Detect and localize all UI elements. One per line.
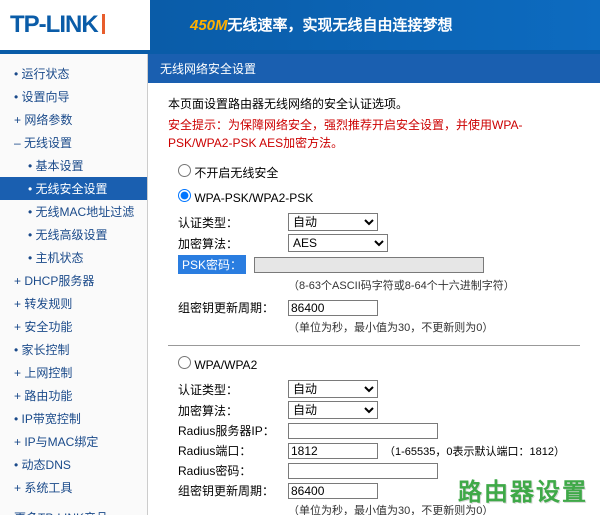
- label-group-rekey: 组密钥更新周期：: [178, 299, 288, 316]
- label-radius-pwd: Radius密码：: [178, 462, 288, 479]
- sidebar-item-bandwidth[interactable]: IP带宽控制: [0, 407, 147, 430]
- label-cipher: 加密算法：: [178, 235, 288, 252]
- label-group-rekey-2: 组密钥更新周期：: [178, 482, 288, 499]
- sidebar-sub-security[interactable]: 无线安全设置: [0, 177, 147, 200]
- hint-psk: （8-63个ASCII码字符或8-64个十六进制字符）: [288, 277, 580, 293]
- radio-wpa-psk[interactable]: WPA-PSK/WPA2-PSK: [178, 191, 313, 205]
- brand-logo: TP-LINK: [0, 11, 105, 39]
- sidebar-item-routing[interactable]: 路由功能: [0, 384, 147, 407]
- sidebar-sub-macfilter[interactable]: 无线MAC地址过滤: [0, 200, 147, 223]
- sidebar: 运行状态 设置向导 网络参数 无线设置 基本设置 无线安全设置 无线MAC地址过…: [0, 54, 148, 515]
- label-radius-port: Radius端口：: [178, 442, 288, 459]
- radio-none[interactable]: 不开启无线安全: [178, 166, 278, 180]
- sidebar-sub-advanced[interactable]: 无线高级设置: [0, 223, 147, 246]
- select-auth-type[interactable]: 自动: [288, 213, 378, 231]
- input-radius-port[interactable]: [288, 443, 378, 459]
- sidebar-item-parental[interactable]: 家长控制: [0, 338, 147, 361]
- input-group-rekey[interactable]: [288, 300, 378, 316]
- sidebar-item-status[interactable]: 运行状态: [0, 62, 147, 85]
- sidebar-item-wireless[interactable]: 无线设置: [0, 131, 147, 154]
- label-auth-type: 认证类型：: [178, 214, 288, 231]
- input-psk-password[interactable]: [254, 257, 484, 273]
- watermark: 路由器设置: [458, 472, 588, 507]
- input-group-rekey-2[interactable]: [288, 483, 378, 499]
- sidebar-item-systools[interactable]: 系统工具: [0, 476, 147, 499]
- content-panel: 无线网络安全设置 本页面设置路由器无线网络的安全认证选项。 安全提示：为保障网络…: [148, 54, 600, 515]
- panel-warning: 安全提示：为保障网络安全，强烈推荐开启安全设置，并使用WPA-PSK/WPA2-…: [168, 116, 580, 152]
- hint-group-rekey: （单位为秒，最小值为30，不更新则为0）: [288, 319, 580, 335]
- label-radius-ip: Radius服务器IP：: [178, 422, 288, 439]
- select-cipher[interactable]: AES: [288, 234, 388, 252]
- radio-wpa[interactable]: WPA/WPA2: [178, 358, 257, 372]
- select-auth-type-2[interactable]: 自动: [288, 380, 378, 398]
- label-cipher-2: 加密算法：: [178, 402, 288, 419]
- header-tagline: 450M无线速率，实现无线自由连接梦想: [190, 14, 453, 35]
- app-header: TP-LINK 450M无线速率，实现无线自由连接梦想: [0, 0, 600, 50]
- section-divider: [168, 345, 580, 346]
- sidebar-item-ipmac[interactable]: IP与MAC绑定: [0, 430, 147, 453]
- sidebar-more-text: 更多TP-LINK产品,: [0, 499, 147, 515]
- select-cipher-2[interactable]: 自动: [288, 401, 378, 419]
- hint-radius-port: （1-65535，0表示默认端口：1812）: [384, 443, 565, 459]
- sidebar-item-ddns[interactable]: 动态DNS: [0, 453, 147, 476]
- label-psk-password: PSK密码：: [178, 255, 246, 274]
- panel-title: 无线网络安全设置: [148, 54, 600, 83]
- panel-intro: 本页面设置路由器无线网络的安全认证选项。: [168, 95, 580, 112]
- label-auth-type-2: 认证类型：: [178, 381, 288, 398]
- input-radius-ip[interactable]: [288, 423, 438, 439]
- input-radius-pwd[interactable]: [288, 463, 438, 479]
- sidebar-item-network[interactable]: 网络参数: [0, 108, 147, 131]
- sidebar-sub-hoststatus[interactable]: 主机状态: [0, 246, 147, 269]
- sidebar-item-forward[interactable]: 转发规则: [0, 292, 147, 315]
- sidebar-item-access[interactable]: 上网控制: [0, 361, 147, 384]
- sidebar-item-dhcp[interactable]: DHCP服务器: [0, 269, 147, 292]
- sidebar-sub-basic[interactable]: 基本设置: [0, 154, 147, 177]
- sidebar-item-wizard[interactable]: 设置向导: [0, 85, 147, 108]
- sidebar-item-security[interactable]: 安全功能: [0, 315, 147, 338]
